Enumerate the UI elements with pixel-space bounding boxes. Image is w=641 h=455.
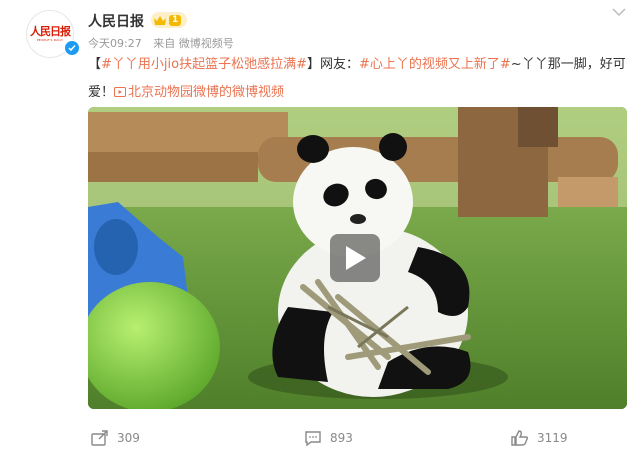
verified-icon [64, 40, 80, 56]
vip-level: 1 [169, 14, 182, 26]
more-options-icon[interactable] [611, 2, 627, 17]
account-name[interactable]: 人民日报 [88, 11, 144, 31]
post-text: 【#丫丫用小jio扶起篮子松弛感拉满#】网友：#心上丫的视频又上新了#~丫丫那一… [88, 51, 633, 107]
logo-text: 人民日报 [30, 25, 71, 38]
repost-count: 309 [117, 431, 140, 445]
hashtag-link[interactable]: #丫丫用小jio扶起篮子松弛感拉满# [101, 57, 307, 72]
post-prefix: 【 [88, 57, 102, 72]
repost-icon [91, 430, 108, 446]
comment-button[interactable]: 893 [304, 430, 353, 446]
video-source-link[interactable]: 北京动物园微博的微博视频 [114, 85, 284, 100]
logo-subtext: PEOPLE'S DAILY [36, 38, 64, 42]
hashtag-link[interactable]: #心上丫的视频又上新了# [359, 57, 511, 72]
play-icon [346, 246, 366, 270]
like-count: 3119 [537, 431, 568, 445]
video-link-icon [114, 87, 127, 97]
repost-button[interactable]: 309 [91, 430, 140, 446]
like-button[interactable]: 3119 [511, 430, 568, 446]
thumbs-up-icon [511, 430, 529, 446]
crown-icon [154, 15, 166, 25]
post-meta: 今天09:27 来自 微博视频号 [88, 35, 242, 51]
post-source: 来自 微博视频号 [153, 37, 234, 50]
post-time[interactable]: 今天09:27 [88, 37, 142, 50]
post-mid: 】网友： [306, 57, 359, 72]
comment-count: 893 [330, 431, 353, 445]
play-button[interactable] [330, 234, 380, 282]
vip-badge[interactable]: 1 [151, 12, 187, 28]
video-source-label: 北京动物园微博的微博视频 [128, 85, 285, 100]
comment-icon [305, 431, 321, 446]
